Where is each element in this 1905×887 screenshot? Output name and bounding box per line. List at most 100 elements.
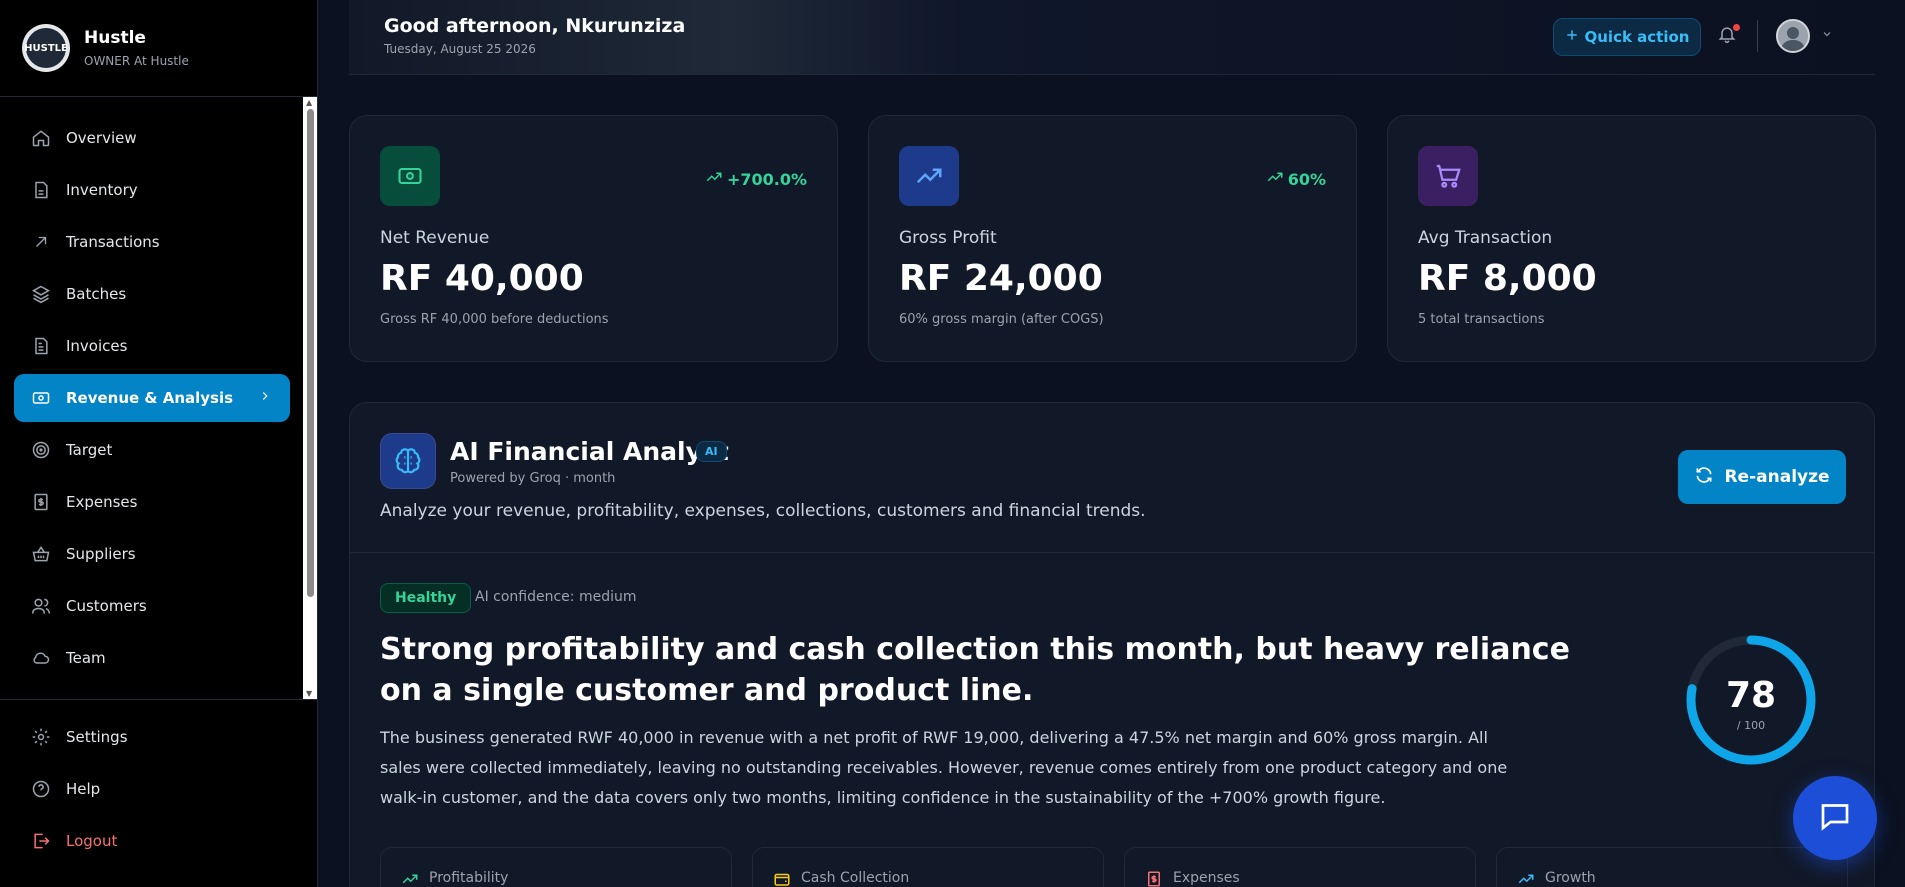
chevron-down-icon[interactable] — [1821, 28, 1833, 43]
analysis-card-label: Growth — [1545, 870, 1596, 886]
sidebar-item-label: Customers — [66, 597, 147, 615]
sidebar-item-label: Batches — [66, 285, 127, 303]
chat-icon — [1817, 798, 1853, 838]
sidebar-item-label: Suppliers — [66, 545, 136, 563]
sidebar-footer: Settings Help Logout — [0, 699, 318, 887]
sidebar-item-settings[interactable]: Settings — [14, 713, 290, 761]
sidebar-item-revenue-analysis[interactable]: Revenue & Analysis — [14, 374, 290, 422]
header-divider — [1757, 20, 1758, 52]
sidebar-item-overview[interactable]: Overview — [14, 114, 290, 162]
avatar[interactable] — [1776, 19, 1810, 53]
sidebar-item-target[interactable]: Target — [14, 426, 290, 474]
analysis-card-growth[interactable]: Growth — [1496, 847, 1848, 887]
wallet-icon — [773, 870, 791, 887]
health-score-value: 78 — [1726, 675, 1776, 716]
stat-label: Net Revenue — [380, 228, 490, 248]
status-badge: Healthy — [380, 583, 472, 613]
brand-name: Hustle — [84, 28, 146, 48]
sidebar-item-label: Revenue & Analysis — [66, 389, 234, 407]
health-score-gauge: 78 / 100 — [1682, 631, 1820, 769]
target-icon — [30, 439, 52, 461]
re-analyze-label: Re-analyze — [1724, 467, 1830, 487]
sidebar-item-label: Transactions — [66, 233, 160, 251]
sidebar-item-label: Expenses — [66, 493, 138, 511]
sidebar-item-suppliers[interactable]: Suppliers — [14, 530, 290, 578]
users-icon — [30, 595, 52, 617]
trending-up-icon — [1517, 870, 1535, 887]
trending-up-icon — [1266, 168, 1284, 190]
logout-icon — [30, 830, 52, 852]
receipt-icon — [30, 491, 52, 513]
trend-badge: 60% — [1266, 168, 1326, 190]
sidebar-item-team[interactable]: Team — [14, 634, 290, 682]
quick-action-label: Quick action — [1584, 28, 1690, 46]
refresh-icon — [1694, 465, 1714, 490]
layers-icon — [30, 283, 52, 305]
stat-card-gross-profit: 60% Gross Profit RF 24,000 60% gross mar… — [868, 115, 1357, 362]
sidebar-item-help[interactable]: Help — [14, 765, 290, 813]
sidebar-scrollbar[interactable]: ▲ ▼ — [303, 97, 317, 699]
stat-label: Avg Transaction — [1418, 228, 1553, 248]
file-icon — [30, 179, 52, 201]
trend-value: 60% — [1287, 169, 1326, 189]
cash-icon — [380, 146, 440, 206]
stat-subtext: 60% gross margin (after COGS) — [899, 312, 1104, 327]
trending-up-icon — [401, 870, 419, 887]
quick-action-button[interactable]: Quick action — [1553, 18, 1701, 56]
basket-icon — [30, 543, 52, 565]
ai-headline: Strong profitability and cash collection… — [380, 632, 1570, 708]
sidebar-item-customers[interactable]: Customers — [14, 582, 290, 630]
stat-value: RF 40,000 — [380, 258, 584, 299]
chevron-right-icon — [258, 389, 272, 407]
scrollbar-thumb[interactable] — [307, 109, 314, 597]
trending-up-icon — [899, 146, 959, 206]
re-analyze-button[interactable]: Re-analyze — [1678, 450, 1846, 504]
notification-dot — [1733, 24, 1740, 31]
health-score-max: / 100 — [1737, 719, 1765, 732]
sidebar-item-label: Overview — [66, 129, 137, 147]
sidebar-item-label: Logout — [66, 832, 118, 850]
sidebar-nav: Overview Inventory Transactions Batches … — [0, 97, 318, 699]
ai-panel-title: AI Financial Analyst — [450, 437, 729, 466]
brand[interactable]: HUSTLE Hustle OWNER At Hustle — [0, 0, 317, 97]
ai-panel-subtitle: Powered by Groq · month — [450, 471, 616, 486]
brand-logo-text: HUSTLE — [24, 28, 68, 68]
sidebar-item-batches[interactable]: Batches — [14, 270, 290, 318]
scroll-up-arrow-icon[interactable]: ▲ — [306, 98, 312, 107]
stat-subtext: 5 total transactions — [1418, 312, 1545, 327]
brand-role: OWNER At Hustle — [84, 54, 189, 68]
sidebar-item-label: Team — [66, 649, 106, 667]
analysis-card-label: Expenses — [1173, 870, 1240, 886]
receipt-icon — [1145, 870, 1163, 887]
stat-card-avg-transaction: Avg Transaction RF 8,000 5 total transac… — [1387, 115, 1876, 362]
analysis-card-profitability[interactable]: Profitability — [380, 847, 732, 887]
greeting: Good afternoon, Nkurunziza — [384, 15, 686, 37]
sidebar-item-label: Settings — [66, 728, 128, 746]
ai-panel-header: AI Financial Analyst AI Powered by Groq … — [350, 403, 1874, 553]
ai-financial-analyst-panel: AI Financial Analyst AI Powered by Groq … — [349, 402, 1875, 887]
cloud-icon — [30, 647, 52, 669]
analysis-card-expenses[interactable]: Expenses — [1124, 847, 1476, 887]
ai-summary: The business generated RWF 40,000 in rev… — [380, 728, 1508, 807]
sidebar-item-label: Help — [66, 780, 101, 798]
chat-button[interactable] — [1793, 776, 1877, 860]
ai-confidence: AI confidence: medium — [475, 589, 637, 605]
analysis-card-label: Cash Collection — [801, 870, 910, 886]
sidebar-item-inventory[interactable]: Inventory — [14, 166, 290, 214]
sidebar-item-expenses[interactable]: Expenses — [14, 478, 290, 526]
analysis-card-cash-collection[interactable]: Cash Collection — [752, 847, 1104, 887]
help-icon — [30, 778, 52, 800]
stat-card-net-revenue: +700.0% Net Revenue RF 40,000 Gross RF 4… — [349, 115, 838, 362]
arrow-up-right-icon — [30, 231, 52, 253]
document-icon — [30, 335, 52, 357]
ai-badge: AI — [696, 441, 727, 462]
sidebar-item-transactions[interactable]: Transactions — [14, 218, 290, 266]
brain-icon — [380, 433, 436, 489]
cart-icon — [1418, 146, 1478, 206]
sidebar-item-logout[interactable]: Logout — [14, 817, 290, 865]
scroll-down-arrow-icon[interactable]: ▼ — [306, 689, 312, 698]
sidebar-item-invoices[interactable]: Invoices — [14, 322, 290, 370]
cash-icon — [30, 387, 52, 409]
top-header: Good afternoon, Nkurunziza Tuesday, Augu… — [349, 0, 1875, 75]
stat-value: RF 24,000 — [899, 258, 1103, 299]
